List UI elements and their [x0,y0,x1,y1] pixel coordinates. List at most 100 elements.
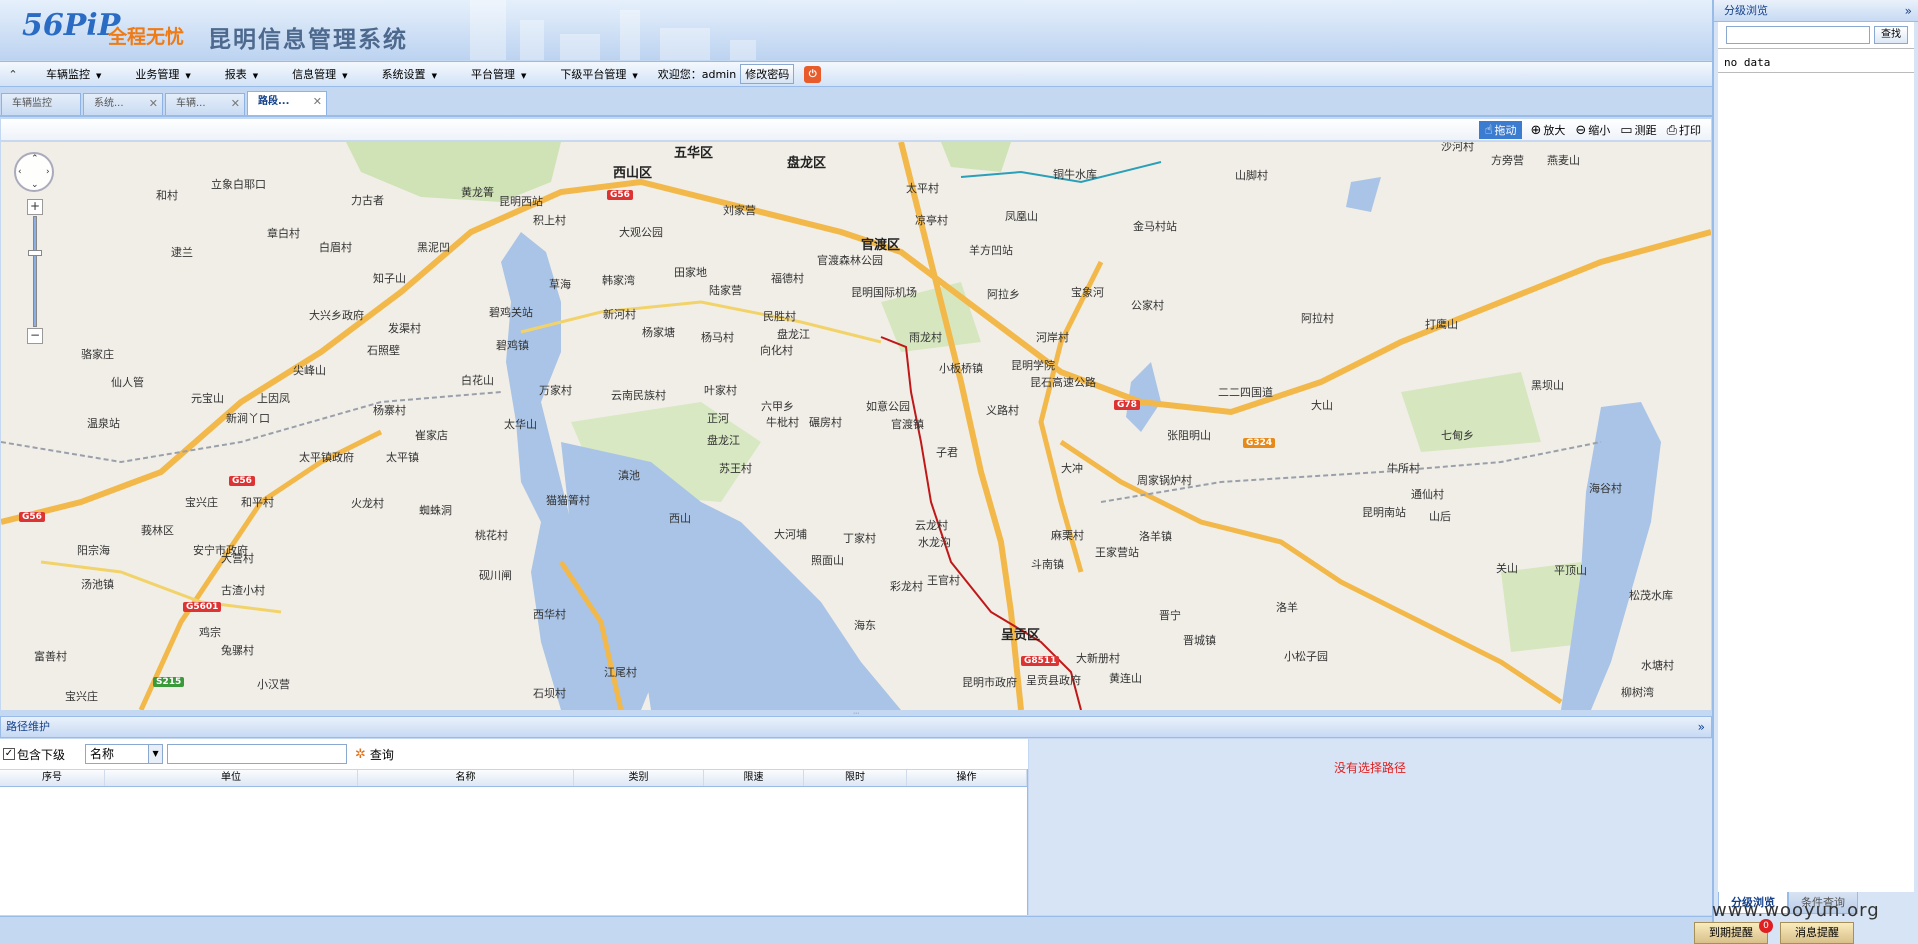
map-place-label: 江尾村 [604,666,637,679]
map-place-label: 昆明国际机场 [851,286,917,299]
pan-tool[interactable]: ☝ 拖动 [1478,121,1523,139]
map-place-label: 白花山 [461,374,494,387]
include-sub-checkbox[interactable]: ✓ [3,748,15,760]
map-place-label: 丁家村 [843,532,876,545]
map-place-label: 山后 [1429,510,1451,523]
map-place-label: 杨家塘 [642,326,675,339]
map-place-label: 桃花村 [475,529,508,542]
tab-road-section[interactable]: 路段... ✕ [247,91,327,115]
change-password-button[interactable]: 修改密码 [740,64,795,84]
collapse-sidebar-icon[interactable]: » [1905,0,1912,22]
map-place-label: 西华村 [533,608,566,621]
map-place-label: 新河村 [603,308,636,321]
highway-shield: S215 [153,677,185,687]
zoom-out-tool[interactable]: ⊖ 缩小 [1575,122,1610,138]
map-zoom-slider[interactable] [33,216,37,327]
sidebar-find-button[interactable]: 查找 [1874,26,1908,44]
map-place-label: 积上村 [533,214,566,227]
menu-reports[interactable]: 报表 ▼ [205,66,272,82]
map-district-label: 西山区 [613,166,653,181]
col-name[interactable]: 名称 [358,770,574,786]
app-header: 56PiP 全程无忧 昆明信息管理系统 [0,0,1712,60]
close-icon[interactable]: ✕ [313,92,322,112]
expiry-alert-button[interactable]: 到期提醒 0 [1694,919,1773,944]
map-place-label: 官渡森林公园 [817,254,883,267]
chevron-down-icon: ▼ [342,72,348,80]
map-place-label: 太华山 [504,418,537,431]
map-place-label: 大新册村 [1076,652,1120,665]
map-place-label: 杨寨村 [373,404,406,417]
map-place-label: 小松子园 [1284,650,1328,663]
field-select[interactable]: 名称 ▼ [85,744,164,764]
map-place-label: 陆家营 [709,284,742,297]
col-speed-limit[interactable]: 限速 [704,770,804,786]
col-actions[interactable]: 操作 [907,770,1027,786]
close-icon[interactable]: ✕ [149,94,158,114]
map-place-label: 福德村 [771,272,804,285]
map-place-label: 新涧丫口 [226,412,270,425]
close-icon[interactable]: ✕ [231,94,240,114]
menu-business[interactable]: 业务管理 ▼ [115,66,204,82]
map-place-label: 王家营站 [1095,546,1139,559]
zoom-in-icon: ⊕ [1530,122,1542,138]
map-place-label: 晋城镇 [1183,634,1216,647]
menu-settings[interactable]: 系统设置 ▼ [362,66,451,82]
map-place-label: 宝兴庄 [65,690,98,703]
map-district-label: 盘龙区 [787,156,827,171]
tab-vehicle-monitor[interactable]: 车辆监控 [1,93,81,115]
measure-tool[interactable]: ▭ 测距 [1620,122,1656,138]
map-place-label: 山脚村 [1235,169,1268,182]
chevron-down-icon: ▼ [96,72,102,80]
map-place-label: 洛羊镇 [1139,530,1172,543]
map-place-label: 宝兴庄 [185,496,218,509]
menu-sub-platform[interactable]: 下级平台管理 ▼ [540,66,651,82]
collapse-panel-icon[interactable]: » [1698,717,1705,737]
tab-vehicle[interactable]: 车辆... ✕ [165,93,245,115]
col-index[interactable]: 序号 [0,770,105,786]
map-place-label: 黄连山 [1109,672,1142,685]
map-canvas[interactable]: ⌃ ⌄ ‹ › + − 西山区 五华区 盘龙区 官渡区 呈贡区 立象白耶口 和村 力古… [1,142,1711,710]
collapse-header-icon[interactable]: ⌃ [0,68,26,81]
query-button[interactable]: ✲ 查询 [355,746,394,763]
map-district-label: 呈贡区 [1001,628,1041,643]
highway-shield: G5601 [183,602,222,612]
map-place-label: 莪林区 [141,524,174,537]
map-place-label: 骆家庄 [81,348,114,361]
menu-vehicle-monitor[interactable]: 车辆监控 ▼ [26,66,115,82]
col-unit[interactable]: 单位 [105,770,358,786]
logo-slogan: 全程无忧 [108,26,185,48]
message-alert-button[interactable]: 消息提醒 [1780,922,1854,944]
print-tool[interactable]: ⎙ 打印 [1667,122,1701,138]
map-zoom-out-button[interactable]: − [27,328,43,344]
col-time-limit[interactable]: 限时 [804,770,907,786]
tab-system[interactable]: 系统... ✕ [83,93,163,115]
sidebar-search-input[interactable] [1726,26,1870,44]
map-zoom-handle[interactable] [28,250,42,256]
map-place-label: 阳宗海 [77,544,110,557]
map-place-label: 和村 [156,189,178,202]
map-place-label: 鸡宗 [199,626,221,639]
sidebar-title: 分级浏览 [1724,4,1768,17]
map-district-label: 五华区 [674,146,714,161]
menu-info[interactable]: 信息管理 ▼ [272,66,361,82]
map-zoom-in-button[interactable]: + [27,199,43,215]
map-place-label: 阿拉村 [1301,312,1334,325]
ruler-icon: ▭ [1620,122,1633,138]
map-place-label: 小汉营 [257,678,290,691]
highway-shield: G8511 [1021,656,1060,666]
zoom-in-tool[interactable]: ⊕ 放大 [1530,122,1565,138]
map-place-label: 六甲乡 [761,400,794,413]
logout-icon[interactable]: ⏻ [804,65,822,83]
route-panel-title: 路径维护 [6,720,50,733]
map-place-label: 官渡镇 [891,418,924,431]
map-place-label: 白眉村 [319,241,352,254]
no-selection-message: 没有选择路径 [1334,761,1407,775]
map-pan-control[interactable]: ⌃ ⌄ ‹ › [14,152,54,192]
map-place-label: 大河埔 [774,528,807,541]
col-type[interactable]: 类别 [574,770,704,786]
search-input[interactable] [167,744,348,764]
route-table: 序号 单位 名称 类别 限速 限时 操作 [0,769,1028,915]
map-place-label: 黑泥凹 [417,241,450,254]
map-place-label: 昆明西站 [499,195,543,208]
menu-platform[interactable]: 平台管理 ▼ [451,66,540,82]
